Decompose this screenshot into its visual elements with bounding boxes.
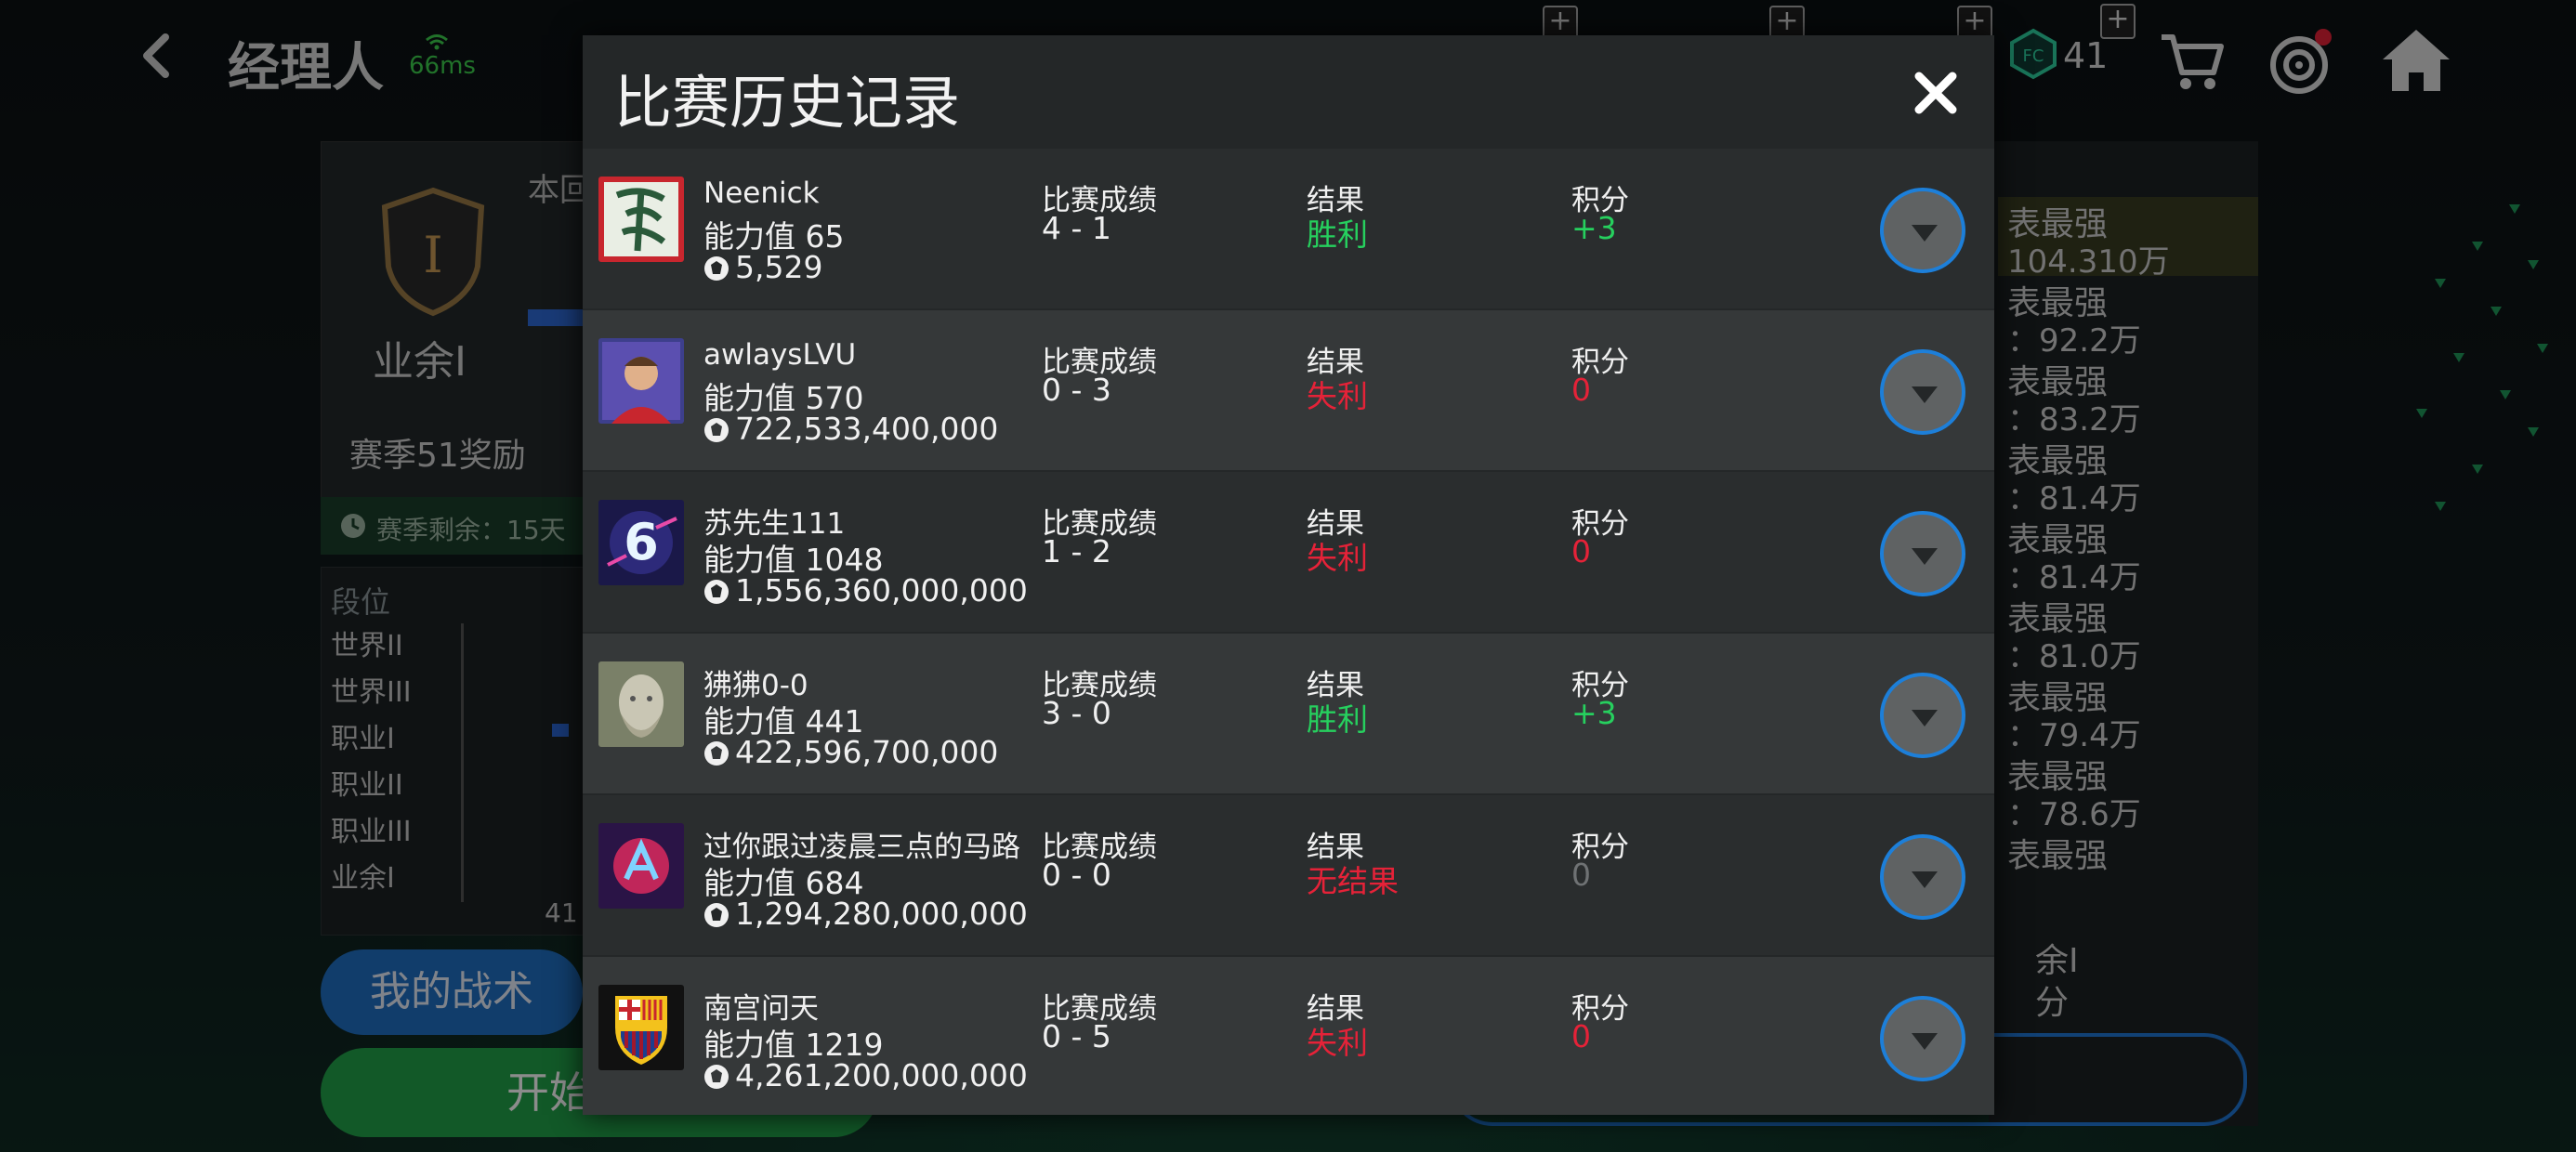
opponent-name: Neenick [703, 177, 820, 210]
opponent-team-value: 422,596,700,000 [703, 734, 998, 770]
team-value-icon [704, 903, 729, 927]
match-score: 0 - 3 [1042, 372, 1111, 408]
chevron-down-icon [1912, 386, 1938, 403]
match-result: 胜利 [1307, 701, 1368, 738]
match-result: 无结果 [1307, 863, 1399, 899]
close-icon[interactable] [1899, 56, 1973, 130]
svg-text:6: 6 [624, 513, 659, 571]
chevron-down-icon [1912, 548, 1938, 565]
match-points: 0 [1571, 857, 1591, 893]
expand-match-button[interactable] [1880, 834, 1965, 920]
expand-match-button[interactable] [1880, 996, 1965, 1081]
match-score: 0 - 0 [1042, 857, 1111, 893]
team-value-icon [704, 580, 729, 604]
match-points: 0 [1571, 533, 1591, 569]
opponent-team-value: 1,294,280,000,000 [703, 896, 1028, 932]
match-score: 1 - 2 [1042, 533, 1111, 569]
neon-six-avatar-icon: 6 [598, 500, 684, 585]
match-score: 3 - 0 [1042, 695, 1111, 731]
chevron-down-icon [1912, 871, 1938, 888]
match-row[interactable]: 6 苏先生111 能力值 1048 1,556,360,000,000 比赛成绩… [583, 472, 1994, 632]
match-points: +3 [1571, 210, 1617, 246]
player-portrait-avatar-icon [598, 338, 684, 424]
match-row[interactable]: 狒狒0-0 能力值 441 422,596,700,000 比赛成绩 3 - 0… [583, 634, 1994, 793]
opponent-team-value: 5,529 [703, 249, 822, 285]
match-row[interactable]: 南宫问天 能力值 1219 4,261,200,000,000 比赛成绩 0 -… [583, 957, 1994, 1115]
expand-match-button[interactable] [1880, 511, 1965, 596]
match-result: 失利 [1307, 378, 1368, 414]
chevron-down-icon [1912, 710, 1938, 727]
match-points: 0 [1571, 1018, 1591, 1054]
fcb-crest-avatar-icon [598, 985, 684, 1070]
expand-match-button[interactable] [1880, 188, 1965, 273]
dialog-title: 比赛历史记录 [614, 69, 961, 137]
statue-head-avatar-icon [598, 661, 684, 747]
match-score: 4 - 1 [1042, 210, 1111, 246]
neon-emblem-avatar-icon [598, 823, 684, 909]
expand-match-button[interactable] [1880, 349, 1965, 435]
match-history-dialog: 比赛历史记录 Neenick 能力值 65 5,529 比赛成绩 4 - 1 结… [583, 35, 1994, 1115]
opponent-team-value: 722,533,400,000 [703, 411, 998, 447]
match-result: 失利 [1307, 540, 1368, 576]
match-row[interactable]: awlaysLVU 能力值 570 722,533,400,000 比赛成绩 0… [583, 310, 1994, 470]
match-score: 0 - 5 [1042, 1018, 1111, 1054]
match-points: +3 [1571, 695, 1617, 731]
dialog-header: 比赛历史记录 [583, 35, 1994, 147]
team-value-icon [704, 1065, 729, 1089]
expand-match-button[interactable] [1880, 673, 1965, 758]
match-result: 胜利 [1307, 216, 1368, 253]
chevron-down-icon [1912, 225, 1938, 242]
opponent-team-value: 4,261,200,000,000 [703, 1057, 1028, 1093]
match-row[interactable]: Neenick 能力值 65 5,529 比赛成绩 4 - 1 结果 胜利 积分… [583, 149, 1994, 308]
match-row[interactable]: 过你跟过凌晨三点的马路 能力值 684 1,294,280,000,000 比赛… [583, 795, 1994, 955]
chevron-down-icon [1912, 1033, 1938, 1050]
team-value-icon [704, 418, 729, 442]
match-result: 失利 [1307, 1025, 1368, 1061]
team-value-icon [704, 741, 729, 766]
opponent-team-value: 1,556,360,000,000 [703, 572, 1028, 609]
match-points: 0 [1571, 372, 1591, 408]
dragon-calligraphy-avatar-icon [598, 177, 684, 262]
opponent-name: awlaysLVU [703, 338, 857, 372]
team-value-icon [704, 256, 729, 281]
